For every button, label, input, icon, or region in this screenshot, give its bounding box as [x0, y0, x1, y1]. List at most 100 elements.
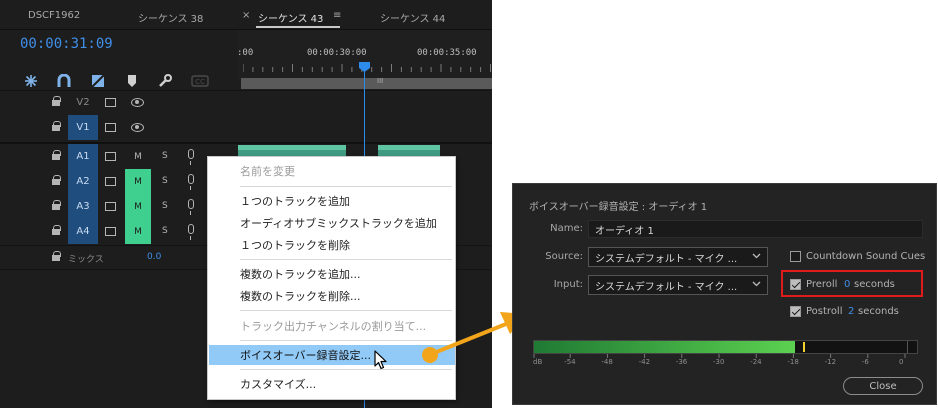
sync-lock-icon[interactable] [105, 123, 116, 132]
track-name[interactable]: V1 [68, 115, 98, 140]
lock-icon[interactable] [52, 175, 61, 185]
meter-scale-label: -18 [787, 358, 799, 366]
voiceover-mic-icon[interactable] [188, 174, 194, 190]
menu-item-add-submix-track[interactable]: オーディオサブミックストラックを追加 [209, 213, 455, 233]
name-label: Name: [550, 223, 583, 234]
menu-item-delete-tracks[interactable]: 複数のトラックを削除... [209, 286, 455, 306]
meter-scale-label: -6 [861, 358, 869, 366]
marker-icon[interactable] [124, 74, 140, 88]
mix-track-header [0, 245, 237, 269]
sync-lock-icon[interactable] [105, 227, 116, 236]
track-name[interactable]: A4 [68, 219, 98, 244]
clip-indicator [907, 341, 917, 353]
postroll-value[interactable]: 2 [848, 306, 854, 317]
track-header-a1: A1 M S [0, 144, 237, 169]
menu-item-track-output-channels[interactable]: トラック出力チャンネルの割り当て... [209, 316, 455, 336]
track-name[interactable]: A2 [68, 169, 98, 194]
preroll-label: Preroll [806, 279, 838, 290]
solo-button[interactable]: S [162, 176, 168, 186]
postroll-label: Postroll [806, 306, 843, 317]
sync-lock-icon[interactable] [105, 202, 116, 211]
close-button[interactable]: Close [843, 377, 923, 395]
preroll-highlight [781, 270, 923, 297]
preroll-value[interactable]: 0 [844, 279, 850, 290]
lock-icon[interactable] [52, 96, 61, 106]
voiceover-mic-icon[interactable] [188, 199, 194, 215]
track-name[interactable]: A3 [68, 194, 98, 219]
solo-button[interactable]: S [162, 226, 168, 236]
voiceover-mic-icon[interactable] [188, 149, 194, 165]
source-select[interactable]: システムデフォルト - マイク ... [588, 247, 768, 267]
preroll-checkbox[interactable] [790, 279, 801, 290]
preroll-unit: seconds [854, 279, 895, 290]
sync-lock-icon[interactable] [105, 98, 116, 107]
postroll-unit: seconds [858, 306, 899, 317]
menu-separator [240, 186, 452, 187]
tab-sequence-44[interactable]: シーケンス 44 [380, 10, 445, 25]
countdown-checkbox[interactable] [790, 251, 801, 262]
mute-button[interactable]: M [125, 169, 151, 194]
solo-button[interactable]: S [162, 151, 168, 161]
menu-item-rename[interactable]: 名前を変更 [209, 161, 455, 181]
dialog-title: ボイスオーバー録音設定 : オーディオ 1 [529, 202, 708, 213]
solo-button[interactable]: S [162, 201, 168, 211]
mute-button[interactable]: M [125, 194, 151, 219]
meter-scale-label: -54 [564, 358, 576, 366]
postroll-checkbox[interactable] [790, 306, 801, 317]
track-header-v1: V1 [0, 115, 237, 140]
lock-icon[interactable] [52, 200, 61, 210]
lock-icon[interactable] [52, 121, 61, 131]
ruler-label: :00 [237, 48, 254, 58]
meter-scale-label: dB [533, 358, 543, 366]
tab-dscf1962[interactable]: DSCF1962 [28, 10, 80, 21]
lock-icon[interactable] [52, 251, 61, 261]
mouse-pointer-icon [374, 350, 387, 370]
input-label: Input: [553, 279, 583, 290]
input-select[interactable]: システムデフォルト - マイク ... [588, 275, 768, 295]
sync-lock-icon[interactable] [105, 177, 116, 186]
snap-icon[interactable] [23, 74, 39, 88]
tab-close-icon[interactable]: × [242, 10, 250, 21]
track-header-a2: A2 M S [0, 169, 237, 194]
mute-button[interactable]: M [125, 144, 151, 169]
source-value: システムデフォルト - マイク ... [595, 253, 738, 265]
callout-line [432, 322, 508, 355]
lock-icon[interactable] [52, 150, 61, 160]
work-area-bar[interactable]: III [241, 77, 492, 89]
captions-icon[interactable]: CC [190, 74, 210, 88]
voiceover-mic-icon[interactable] [188, 224, 194, 240]
tab-sequence-38[interactable]: シーケンス 38 [138, 10, 203, 25]
track-name[interactable]: A1 [68, 144, 98, 169]
lock-icon[interactable] [52, 225, 61, 235]
work-area-grip: III [377, 77, 384, 85]
eye-icon[interactable] [131, 98, 144, 107]
add-marker-icon[interactable] [90, 74, 106, 88]
menu-item-voiceover-settings[interactable]: ボイスオーバー録音設定... [209, 345, 455, 365]
menu-item-add-track[interactable]: １つのトラックを追加 [209, 191, 455, 211]
meter-scale-label: -36 [675, 358, 688, 366]
name-field[interactable]: オーディオ 1 [588, 220, 923, 238]
chevron-down-icon [752, 279, 761, 291]
input-value: システムデフォルト - マイク ... [595, 281, 738, 293]
linked-selection-icon[interactable] [56, 74, 72, 88]
meter-scale-label: 0 [899, 358, 904, 366]
eye-icon[interactable] [131, 123, 144, 132]
captions-label: CC [195, 78, 205, 86]
sync-lock-icon[interactable] [105, 152, 116, 161]
track-name[interactable]: V2 [68, 90, 98, 115]
wrench-icon[interactable] [157, 74, 173, 88]
mix-volume-value[interactable]: 0.0 [147, 252, 161, 262]
meter-scale-label: -12 [824, 358, 837, 366]
tab-menu-icon[interactable]: ≡ [333, 10, 341, 21]
mute-button[interactable]: M [125, 219, 151, 244]
menu-item-customize[interactable]: カスタマイズ... [209, 374, 455, 394]
menu-item-delete-track[interactable]: １つのトラックを削除 [209, 235, 455, 255]
level-meter-fill [534, 341, 796, 353]
menu-item-add-tracks[interactable]: 複数のトラックを追加... [209, 264, 455, 284]
meter-scale-label: -48 [601, 358, 613, 366]
playhead-timecode[interactable]: 00:00:31:09 [20, 36, 113, 52]
level-meter-peak [803, 342, 806, 352]
callout-dot [422, 347, 438, 363]
tab-sequence-43[interactable]: シーケンス 43 [258, 10, 323, 25]
meter-scale-label: -24 [750, 358, 762, 366]
